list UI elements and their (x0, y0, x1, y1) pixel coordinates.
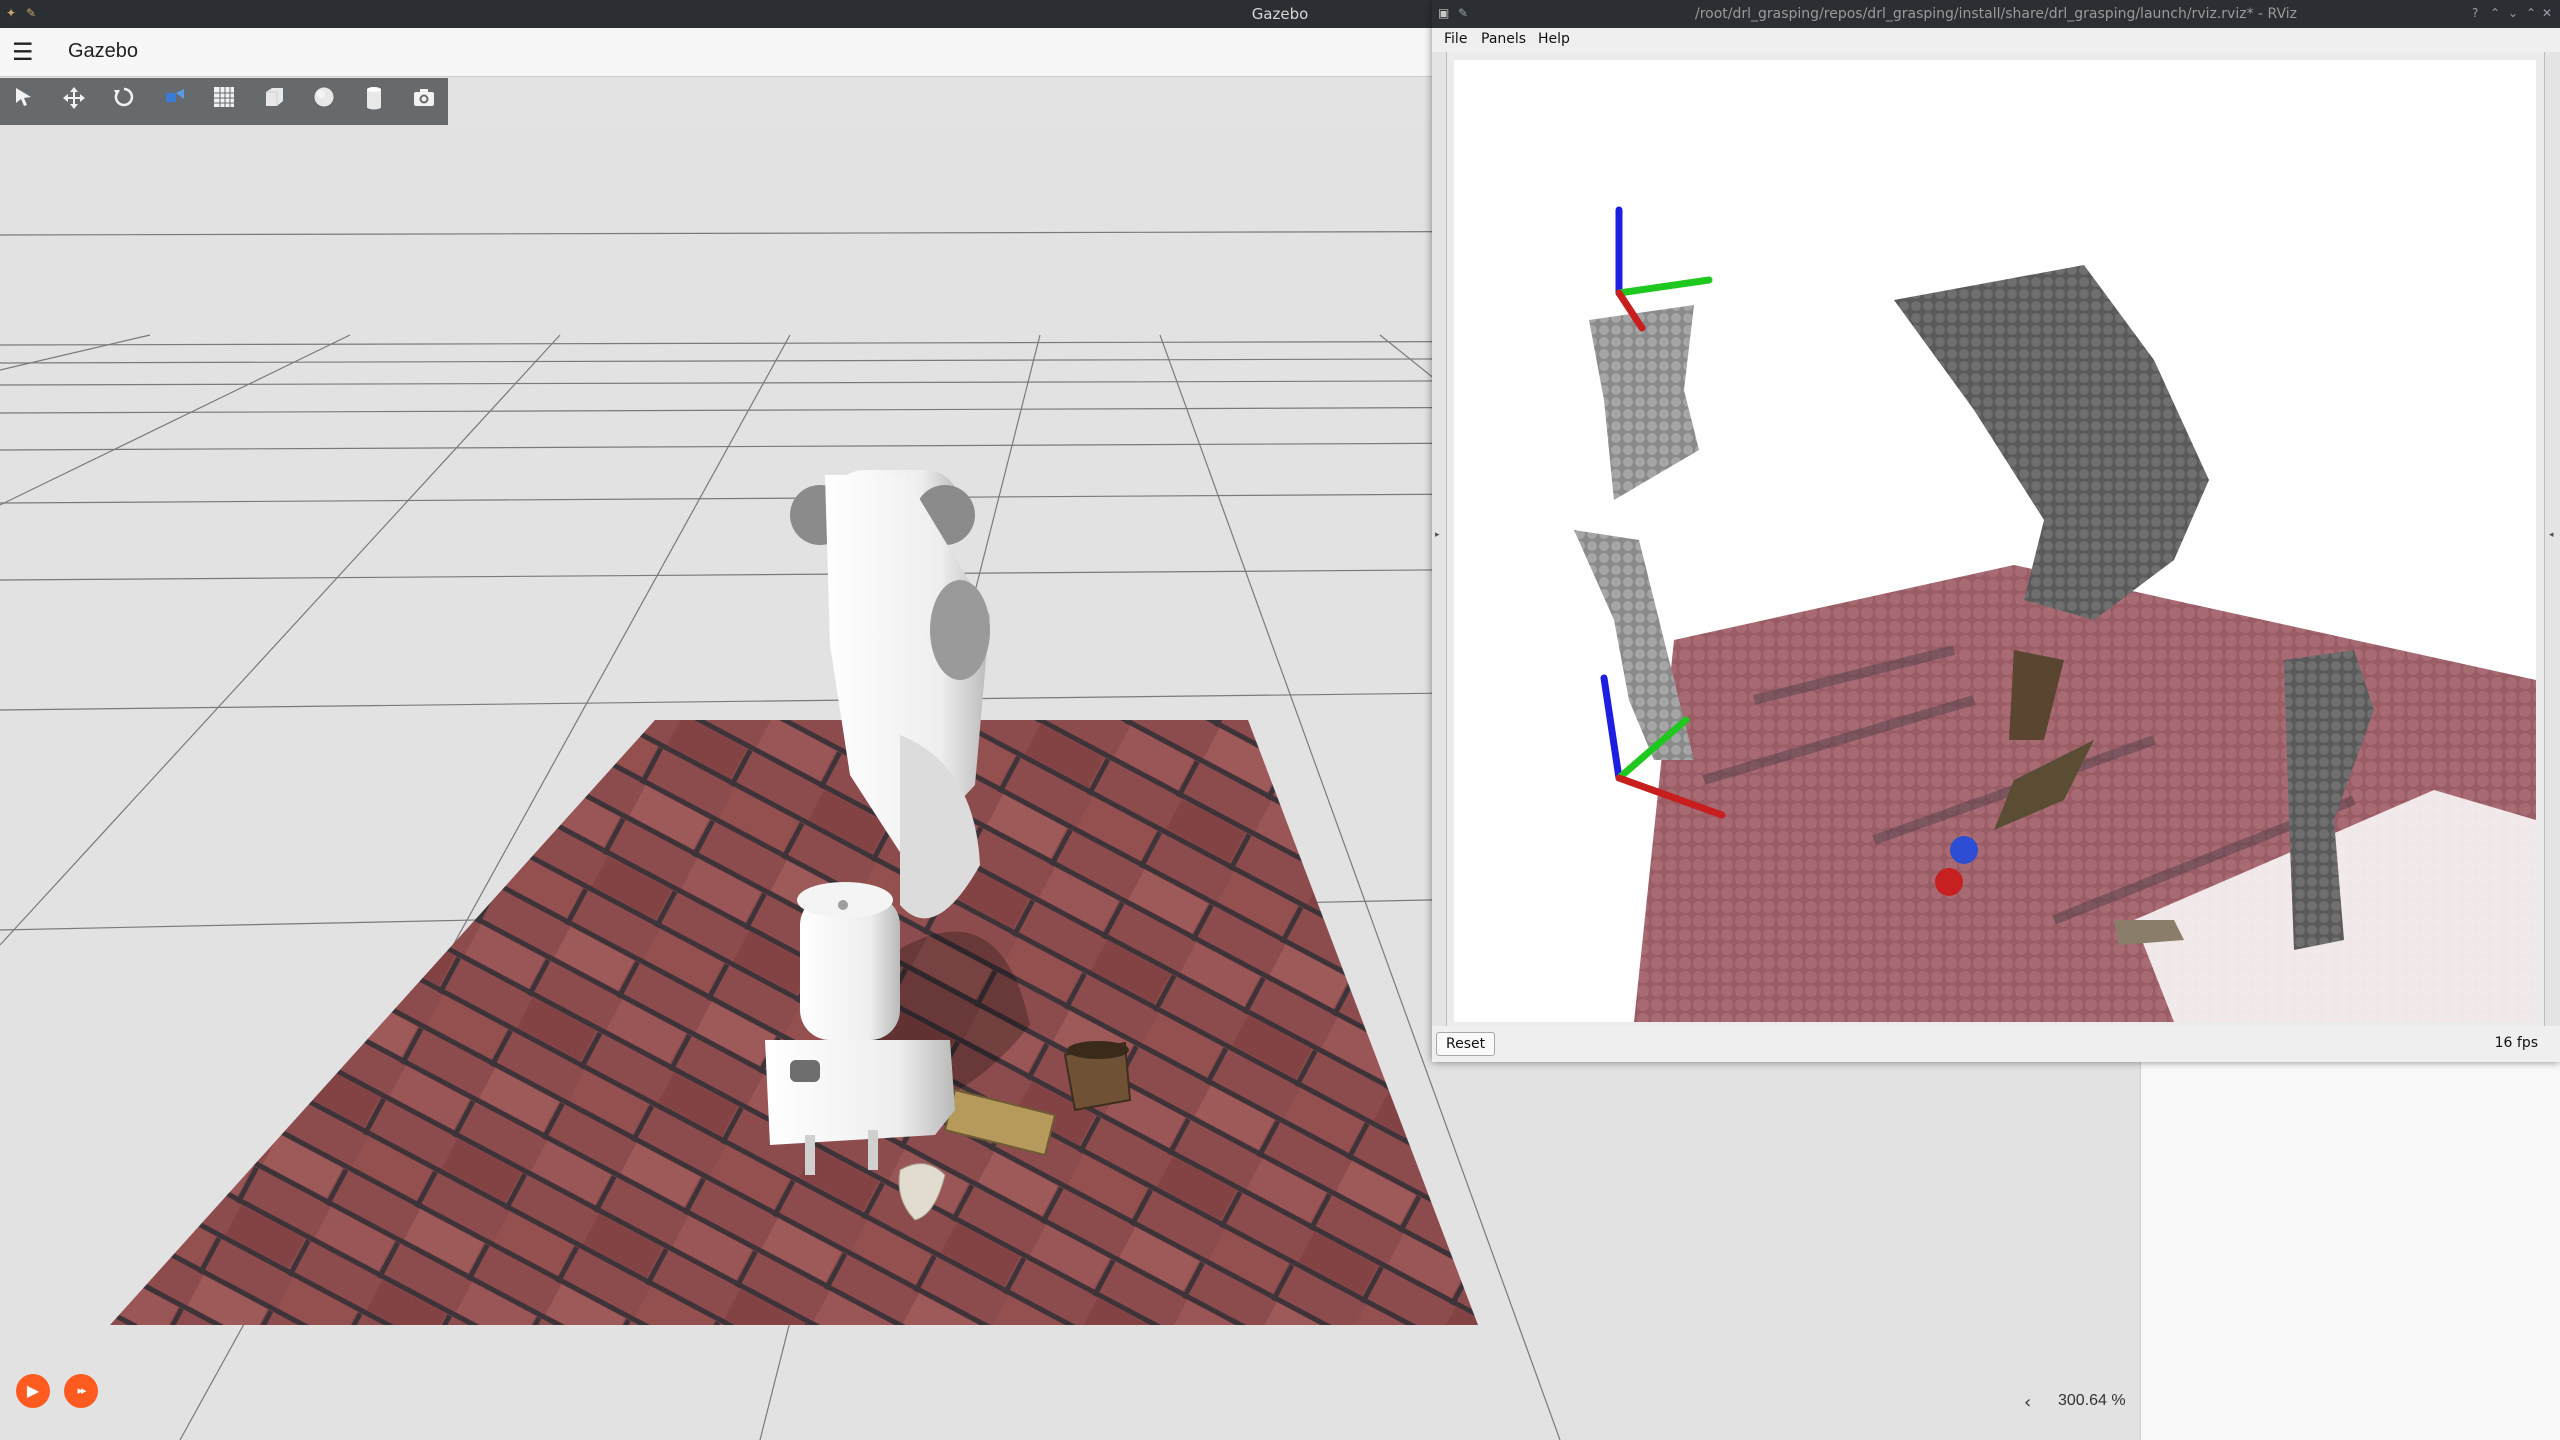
gazebo-window-title: Gazebo (1251, 5, 1309, 23)
select-tool-icon[interactable] (7, 86, 41, 118)
app-menu-icon[interactable]: ✦ (6, 6, 20, 20)
point-cloud-blue-object (1950, 836, 1978, 864)
minimize-icon[interactable]: ⌄ (2508, 6, 2518, 20)
help-icon[interactable]: ? (2472, 6, 2478, 20)
cylinder-shape-icon[interactable] (357, 86, 391, 118)
pin-icon[interactable]: ✎ (26, 6, 40, 20)
box-shape-icon[interactable] (257, 86, 291, 118)
scale-tool-icon[interactable] (157, 86, 191, 118)
menu-file[interactable]: File (1444, 31, 1467, 47)
grid-toggle-icon[interactable] (207, 86, 241, 118)
maximize-icon[interactable]: ⌃ (2526, 6, 2536, 20)
left-dock-handle[interactable]: ▸ (1432, 52, 1447, 1054)
menu-help[interactable]: Help (1538, 31, 1570, 47)
step-forward-button[interactable]: ▸▸ (64, 1374, 98, 1408)
close-icon[interactable]: ✕ (2542, 6, 2552, 20)
screenshot-camera-icon[interactable] (407, 86, 441, 118)
flower-pot-opening (1067, 1041, 1129, 1059)
rviz-titlebar: ▣ ✎ /root/drl_grasping/repos/drl_graspin… (1432, 0, 2560, 28)
gazebo-app-title: Gazebo (68, 40, 139, 62)
rotate-tool-icon[interactable] (107, 86, 141, 118)
fps-readout: 16 fps (2494, 1035, 2538, 1051)
rviz-window: ▣ ✎ /root/drl_grasping/repos/drl_graspin… (1432, 0, 2560, 1062)
rviz-menubar: File Panels Help (1432, 28, 2560, 52)
reset-button[interactable]: Reset (1436, 1032, 1496, 1056)
zoom-level-text: 300.64 % (2058, 1392, 2126, 1409)
translate-tool-icon[interactable] (57, 86, 91, 118)
expand-left-icon[interactable]: ▸ (1435, 530, 1440, 540)
sphere-shape-icon[interactable] (307, 86, 341, 118)
rviz-3d-view[interactable] (1454, 60, 2536, 1022)
play-button[interactable]: ▶ (16, 1374, 50, 1408)
point-cloud-red-object (1935, 868, 1963, 896)
gazebo-toolbar (0, 78, 448, 125)
keep-above-icon[interactable]: ⌃ (2490, 6, 2500, 20)
right-dock-handle[interactable]: ◂ (2544, 52, 2560, 1054)
gazebo-header: ☰ Gazebo (0, 28, 1440, 77)
menu-panels[interactable]: Panels (1481, 31, 1526, 47)
rviz-window-title: /root/drl_grasping/repos/drl_grasping/in… (1694, 6, 2297, 22)
expand-right-icon[interactable]: ◂ (2549, 530, 2554, 540)
hamburger-menu-icon[interactable]: ☰ (12, 40, 36, 64)
zoom-collapse-arrow-icon[interactable]: ‹ (2024, 1392, 2031, 1413)
rviz-statusbar: Reset 16 fps (1432, 1026, 2560, 1062)
